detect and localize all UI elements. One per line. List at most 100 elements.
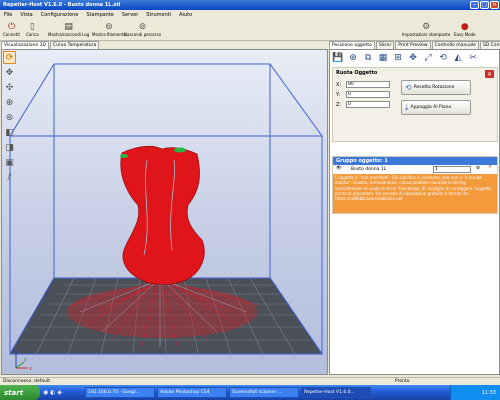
- printer-settings-button[interactable]: ⚙ Impostazioni stampante: [402, 21, 451, 38]
- y-rotation-input[interactable]: [346, 91, 390, 98]
- right-panel: Posizione oggetto Slicer Print Preview C…: [329, 41, 500, 377]
- zoom-icon[interactable]: ⊕: [3, 96, 16, 109]
- left-tabs: Visualizzazione 3D Curva Temperatura: [1, 41, 100, 49]
- z-label: Z:: [336, 102, 342, 108]
- connection-status: Disconnesso: default: [3, 379, 50, 384]
- taskbar-item-repetier[interactable]: Repetier-Host V1.6.0...: [301, 387, 371, 398]
- y-row: Y:: [336, 91, 390, 98]
- load-label: Carica: [26, 32, 39, 37]
- side-view-icon[interactable]: ◨: [3, 141, 16, 154]
- shoulder-marker: [120, 154, 128, 158]
- menu-printer[interactable]: Stampante: [86, 12, 114, 18]
- delete-icon[interactable]: ✕: [488, 165, 492, 170]
- easy-mode-icon: ●: [460, 21, 469, 32]
- rotate-object-section: Ruota Oggetto ✕ X: Y: Z: ⟲ Resetta Rotaz…: [332, 67, 498, 142]
- log-icon: ▤: [64, 21, 73, 32]
- object-group-header: Gruppo oggetto: 1: [333, 157, 497, 165]
- 3d-viewport[interactable]: z x y ⟳ ✥ ✣ ⊕ ⊛ ◧ ◨ ▣ ⫽: [1, 49, 328, 375]
- start-button[interactable]: start: [0, 385, 40, 400]
- axis-z-label: z: [12, 348, 15, 354]
- copies-field[interactable]: 1: [433, 166, 471, 173]
- connect-label: Connetti: [3, 32, 21, 37]
- parallel-view-icon[interactable]: ⫽: [3, 171, 16, 184]
- mirror-object-icon[interactable]: ◭: [452, 52, 464, 64]
- gear-icon: ⚙: [422, 21, 431, 32]
- cut-object-icon[interactable]: ✂: [467, 52, 479, 64]
- top-view-icon[interactable]: ▣: [3, 156, 16, 169]
- tab-object-placement[interactable]: Posizione oggetto: [329, 41, 375, 49]
- toolbar: ⏻ Connetti ▯ Carica ▤ Mostra/nascondi Lo…: [0, 19, 500, 41]
- hide-path-button[interactable]: ⊚ Nascondi percorso: [124, 21, 162, 38]
- menu-bar: File Vista Configurazione Stampante Serv…: [0, 10, 500, 19]
- lay-flat-icon: ⤓: [405, 102, 409, 112]
- front-view-icon[interactable]: ◧: [3, 126, 16, 139]
- status-bar: Disconnesso: default Pronto: [0, 377, 500, 385]
- tab-print-preview[interactable]: Print Preview: [395, 41, 431, 49]
- taskbar-item-photoshop[interactable]: Adobe Photoshop CS4: [157, 387, 227, 398]
- neck-marker: [174, 147, 186, 153]
- object-row[interactable]: 👁 Busto donna 1L 1 ⚙ ✕: [333, 165, 497, 174]
- reset-rotation-button[interactable]: ⟲ Resetta Rotazione: [401, 80, 471, 95]
- add-object-icon[interactable]: ⊕: [347, 52, 359, 64]
- rotate-object-icon[interactable]: ⟲: [437, 52, 449, 64]
- window-title: Repetier-Host V1.6.0 - Busto donna 1L.st…: [3, 2, 121, 8]
- quicklaunch-icons: ◉ ◐ ◈: [43, 389, 62, 396]
- left-panel: Visualizzazione 3D Curva Temperatura z x…: [0, 41, 328, 377]
- menu-file[interactable]: File: [4, 12, 12, 18]
- visibility-icon[interactable]: 👁: [336, 166, 342, 171]
- maximize-button[interactable]: □: [480, 1, 489, 9]
- move-object-icon[interactable]: ✣: [3, 81, 16, 94]
- z-rotation-input[interactable]: [346, 101, 390, 108]
- close-button[interactable]: ✕: [490, 1, 499, 9]
- copy-objects-icon[interactable]: ⧉: [362, 52, 374, 64]
- menu-view[interactable]: Vista: [20, 12, 32, 18]
- taskbar-item-scanner[interactable]: Screenshot scanner ...: [229, 387, 299, 398]
- rotate-object-header: Ruota Oggetto: [336, 70, 378, 76]
- close-section-button[interactable]: ✕: [485, 70, 494, 78]
- lay-flat-button[interactable]: ⤓ Appoggia Al Piano: [401, 100, 471, 115]
- axis-y-label: y: [24, 357, 27, 363]
- reset-rotation-label: Resetta Rotazione: [413, 85, 455, 90]
- connect-button[interactable]: ⏻ Connetti: [3, 21, 21, 38]
- title-bar: Repetier-Host V1.6.0 - Busto donna 1L.st…: [0, 0, 500, 10]
- object-tools: 💾 ⊕ ⧉ ▦ ⊞ ✥ ⤢ ⟲ ◭ ✂: [332, 52, 479, 66]
- hide-path-label: Nascondi percorso: [124, 32, 162, 37]
- non-manifold-warning: L'oggetto è "non-manifold". Ciò signific…: [333, 174, 497, 213]
- taskbar: start ◉ ◐ ◈ 192.168.0.70 - Googl... Adob…: [0, 385, 500, 400]
- view-tools: ⟳ ✥ ✣ ⊕ ⊛ ◧ ◨ ▣ ⫽: [3, 51, 16, 184]
- menu-tools[interactable]: Strumenti: [146, 12, 171, 18]
- tab-sd-card[interactable]: SD Card: [479, 41, 500, 49]
- autoposition-icon[interactable]: ▦: [377, 52, 389, 64]
- system-tray: 11:33: [450, 385, 500, 400]
- object-placement-panel: 💾 ⊕ ⧉ ▦ ⊞ ✥ ⤢ ⟲ ◭ ✂ Ruota Oggetto ✕ X: 9…: [329, 49, 500, 375]
- toggle-filament-label: Mostra filamento: [92, 32, 126, 37]
- tab-slicer[interactable]: Slicer: [375, 41, 395, 49]
- taskbar-item-browser[interactable]: 192.168.0.70 - Googl...: [85, 387, 155, 398]
- drop-object-icon[interactable]: ✥: [407, 52, 419, 64]
- menu-config[interactable]: Configurazione: [41, 12, 79, 18]
- tab-3d-view[interactable]: Visualizzazione 3D: [1, 41, 49, 49]
- y-label: Y:: [336, 92, 341, 98]
- easy-mode-button[interactable]: ● Easy Mode: [454, 21, 476, 38]
- toggle-log-button[interactable]: ▤ Mostra/nascondi Log: [48, 21, 89, 38]
- printer-settings-label: Impostazioni stampante: [402, 32, 451, 37]
- rotate-view-icon[interactable]: ⟳: [3, 51, 16, 64]
- axis-x-label: x: [29, 366, 32, 372]
- zoom-fit-icon[interactable]: ⊛: [3, 111, 16, 124]
- toggle-filament-button[interactable]: ⊚ Mostra filamento: [92, 21, 126, 38]
- center-object-icon[interactable]: ⊞: [392, 52, 404, 64]
- minimize-button[interactable]: –: [470, 1, 479, 9]
- bust-model: [120, 145, 205, 285]
- menu-server[interactable]: Server: [122, 12, 138, 18]
- reset-icon: ⟲: [405, 83, 412, 92]
- scale-object-icon[interactable]: ⤢: [422, 52, 434, 64]
- file-icon: ▯: [29, 21, 35, 32]
- gear-icon[interactable]: ⚙: [476, 166, 480, 171]
- menu-help[interactable]: Aiuto: [179, 12, 192, 18]
- save-icon[interactable]: 💾: [332, 52, 344, 64]
- load-button[interactable]: ▯ Carica: [26, 21, 39, 38]
- x-rotation-input[interactable]: [346, 81, 390, 88]
- tab-temperature-curve[interactable]: Curva Temperatura: [49, 41, 100, 49]
- move-view-icon[interactable]: ✥: [3, 66, 16, 79]
- tab-manual-control[interactable]: Controllo manuale: [431, 41, 479, 49]
